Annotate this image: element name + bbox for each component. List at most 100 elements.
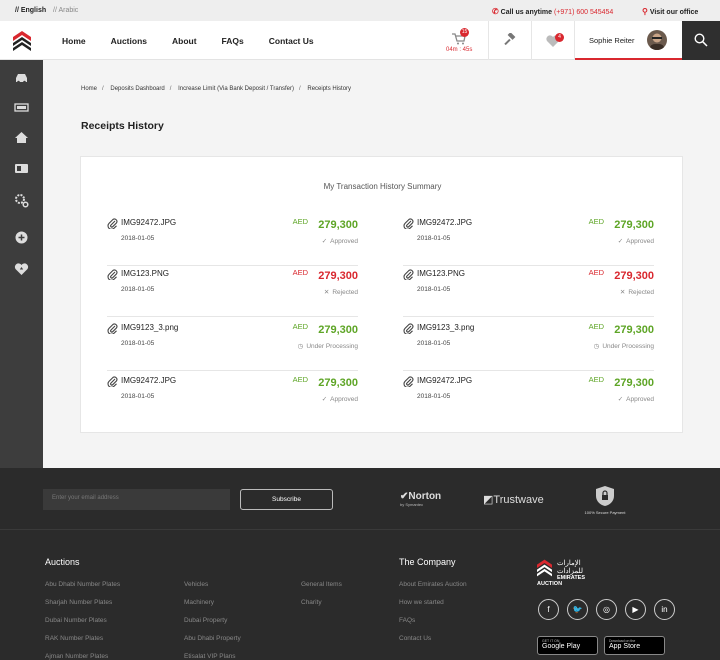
search-button[interactable] <box>682 21 720 60</box>
check-icon: ✓ <box>617 396 624 403</box>
subscribe-button[interactable]: Subscribe <box>240 489 333 510</box>
google-play-button[interactable]: GET IT ON Google Play <box>537 636 598 655</box>
receipt-file-name[interactable]: IMG123.PNG <box>417 269 465 278</box>
paperclip-icon <box>107 269 118 280</box>
footer-link[interactable]: About Emirates Auction <box>399 581 467 588</box>
receipt-currency: AED <box>292 268 308 277</box>
emirates-auction-logo[interactable] <box>13 31 31 51</box>
receipt-row[interactable]: IMG92472.JPG 2018-01-05 AED 279,300 ✓ Approve… <box>403 214 654 266</box>
footer-link[interactable]: Vehicles <box>184 581 208 588</box>
footer-brand-logo[interactable]: الإمارات للمزادات EMIRATES AUCTION <box>537 559 591 587</box>
receipt-row[interactable]: IMG123.PNG 2018-01-05 AED 279,300 ✕ Rejected <box>107 265 358 317</box>
gavel-icon[interactable] <box>503 33 517 47</box>
footer-link[interactable]: Ajman Number Plates <box>45 653 108 660</box>
receipt-status: ✓ Approved <box>618 237 654 245</box>
summary-title: My Transaction History Summary <box>323 182 442 191</box>
property-icon[interactable] <box>14 130 29 145</box>
avatar[interactable] <box>647 30 667 50</box>
nav-faqs[interactable]: FAQs <box>222 36 244 46</box>
footer-link[interactable]: Machinery <box>184 599 214 606</box>
receipt-status: ◷ Under Processing <box>298 342 358 350</box>
check-icon: ✓ <box>321 396 328 403</box>
paperclip-icon <box>107 218 118 229</box>
footer-link[interactable]: Contact Us <box>399 635 431 642</box>
page-title: Receipts History <box>81 120 164 132</box>
cart-button[interactable]: 15 04m : 45s <box>446 26 473 56</box>
newsletter-section: Enter your email address Subscribe ✔Nort… <box>0 468 720 530</box>
footer-link[interactable]: Dubai Property <box>184 617 227 624</box>
row-divider <box>107 370 358 371</box>
call-label: Call us anytime <box>500 9 553 16</box>
call-us[interactable]: ✆ Call us anytime (+971) 600 545454 <box>492 7 613 16</box>
nav-auctions[interactable]: Auctions <box>111 36 147 46</box>
receipt-row[interactable]: IMG9123_3.png 2018-01-05 AED 279,300 ◷ Under … <box>107 319 358 371</box>
clock-icon: ◷ <box>593 343 600 350</box>
car-icon[interactable] <box>14 70 29 85</box>
footer-link[interactable]: Abu Dhabi Number Plates <box>45 581 120 588</box>
receipt-file-name[interactable]: IMG92472.JPG <box>417 218 472 227</box>
receipt-status-label: Approved <box>626 238 654 245</box>
visit-office-link[interactable]: ⚲ Visit our office <box>642 7 698 16</box>
receipt-currency: AED <box>588 268 604 277</box>
receipt-status: ✓ Approved <box>618 395 654 403</box>
search-icon <box>694 33 708 47</box>
id-card-icon[interactable] <box>14 161 29 176</box>
breadcrumb-deposits-dashboard[interactable]: Deposits Dashboard <box>110 86 164 92</box>
facebook-icon[interactable]: f <box>538 599 559 620</box>
plus-circle-icon[interactable] <box>14 230 29 245</box>
receipt-amount: 279,300 <box>318 324 358 336</box>
lang-arabic-link[interactable]: // Arabic <box>53 7 78 14</box>
receipt-file-name[interactable]: IMG92472.JPG <box>121 376 176 385</box>
youtube-icon[interactable]: ▶ <box>625 599 646 620</box>
x-icon: ✕ <box>323 289 330 296</box>
nav-home[interactable]: Home <box>62 36 86 46</box>
footer-link[interactable]: General Items <box>301 581 342 588</box>
footer-link[interactable]: How we started <box>399 599 444 606</box>
breadcrumb-home[interactable]: Home <box>81 86 97 92</box>
norton-sub: by Symantec <box>400 502 424 507</box>
nav-contact-us[interactable]: Contact Us <box>269 36 314 46</box>
receipt-amount: 279,300 <box>614 377 654 389</box>
header-divider <box>531 21 532 60</box>
footer-link[interactable]: Etisalat VIP Plans <box>184 653 236 660</box>
footer-link[interactable]: Abu Dhabi Property <box>184 635 241 642</box>
secure-payment-label: 100% Secure Payment <box>584 510 626 515</box>
footer-link[interactable]: RAK Number Plates <box>45 635 103 642</box>
receipt-date: 2018-01-05 <box>121 286 155 293</box>
footer-link[interactable]: Sharjah Number Plates <box>45 599 112 606</box>
breadcrumb-increase-limit[interactable]: Increase Limit (Via Bank Deposit / Trans… <box>178 86 294 92</box>
receipt-row[interactable]: IMG92472.JPG 2018-01-05 AED 279,300 ✓ Approve… <box>107 214 358 266</box>
receipt-row[interactable]: IMG9123_3.png 2018-01-05 AED 279,300 ◷ Under … <box>403 319 654 371</box>
paperclip-icon <box>107 376 118 387</box>
receipt-file-name[interactable]: IMG92472.JPG <box>417 376 472 385</box>
receipt-file-name[interactable]: IMG9123_3.png <box>417 323 474 332</box>
app-store-button[interactable]: Download on the App Store <box>604 636 665 655</box>
receipt-file-name[interactable]: IMG123.PNG <box>121 269 169 278</box>
receipt-row[interactable]: IMG123.PNG 2018-01-05 AED 279,300 ✕ Rejected <box>403 265 654 317</box>
main-nav: Home Auctions About FAQs Contact Us <box>62 36 339 46</box>
check-icon: ✓ <box>617 238 624 245</box>
receipt-row[interactable]: IMG92472.JPG 2018-01-05 AED 279,300 ✓ Approve… <box>107 372 358 424</box>
footer-link[interactable]: Dubai Number Plates <box>45 617 107 624</box>
receipt-row[interactable]: IMG92472.JPG 2018-01-05 AED 279,300 ✓ Approve… <box>403 372 654 424</box>
linkedin-icon[interactable]: in <box>654 599 675 620</box>
receipt-file-name[interactable]: IMG9123_3.png <box>121 323 178 332</box>
lang-english-link[interactable]: // English <box>15 7 46 14</box>
trustwave-icon: ◩ <box>483 494 494 506</box>
secure-payment-badge: 100% Secure Payment <box>580 485 630 515</box>
user-name[interactable]: Sophie Reiter <box>589 36 634 45</box>
footer-link[interactable]: FAQs <box>399 617 415 624</box>
shield-lock-icon <box>596 486 614 506</box>
receipt-amount: 279,300 <box>318 219 358 231</box>
instagram-icon[interactable]: ◎ <box>596 599 617 620</box>
charity-heart-icon[interactable] <box>14 262 29 277</box>
footer-link[interactable]: Charity <box>301 599 322 606</box>
receipt-file-name[interactable]: IMG92472.JPG <box>121 218 176 227</box>
twitter-icon[interactable]: 🐦 <box>567 599 588 620</box>
email-input[interactable]: Enter your email address <box>43 489 230 510</box>
user-active-indicator <box>575 58 682 60</box>
nav-about[interactable]: About <box>172 36 197 46</box>
machinery-gear-icon[interactable] <box>14 193 29 208</box>
number-plate-icon[interactable] <box>14 100 29 115</box>
breadcrumb-current: Receipts History <box>307 86 352 92</box>
